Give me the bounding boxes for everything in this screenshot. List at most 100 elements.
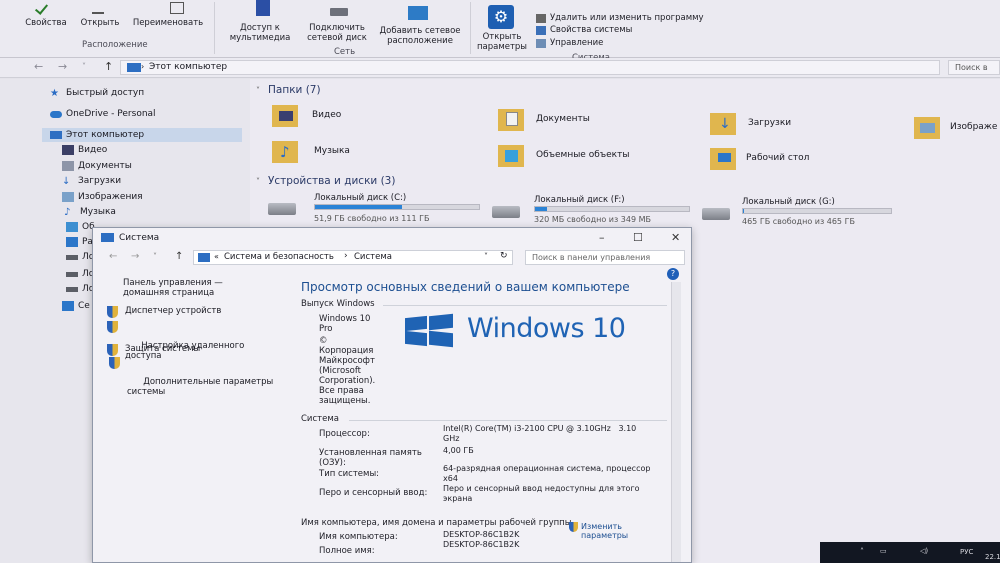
drive-item-c[interactable]: Локальный диск (C:) 51,9 ГБ свободно из …: [268, 191, 488, 225]
system-icon: [101, 233, 114, 242]
breadcrumb-system[interactable]: Система: [354, 252, 392, 262]
network-location-icon: [408, 6, 428, 20]
processor-value: Intel(R) Core(TM) i3-2100 CPU @ 3.10GHz …: [443, 424, 637, 443]
music-icon: ♪: [64, 207, 71, 218]
drive-usage-fill: [315, 205, 402, 209]
copyright-text: © Корпорация Майкрософт (Microsoft Corpo…: [319, 336, 376, 406]
change-settings-link[interactable]: Изменить параметры: [569, 522, 628, 540]
nav-item-images[interactable]: Изображения: [62, 192, 143, 202]
network-drive-icon: [330, 8, 348, 16]
desktop-icon: [66, 237, 78, 247]
media-access-button[interactable]: Доступ к мультимедиа: [222, 23, 298, 43]
nav-item-downloads[interactable]: ↓ Загрузки: [62, 176, 121, 187]
chevron-down-icon[interactable]: ˅: [256, 86, 260, 95]
control-panel-home-link[interactable]: Панель управления — домашняя страница: [123, 278, 223, 298]
cube-folder-icon: [498, 145, 524, 167]
system-protection-link[interactable]: Защита системы: [107, 344, 200, 356]
system-properties-item[interactable]: Свойства системы: [536, 25, 632, 35]
system-type-value: 64-разрядная операционная система, проце…: [443, 464, 651, 483]
speaker-icon[interactable]: ◁): [920, 547, 928, 555]
add-location-button[interactable]: Добавить сетевое расположение: [374, 26, 466, 46]
drive-usage-fill: [535, 207, 548, 211]
date-fragment[interactable]: 22.1: [985, 553, 1000, 561]
help-icon[interactable]: ?: [667, 268, 679, 280]
chevron-up-icon[interactable]: ˄: [860, 547, 864, 556]
up-arrow-icon[interactable]: ↑: [104, 60, 113, 73]
back-arrow-icon[interactable]: ←: [109, 251, 117, 262]
window-titlebar[interactable]: Система – ☐ ✕: [93, 228, 691, 248]
breadcrumb-security[interactable]: Система и безопасность: [224, 252, 334, 262]
chevron-down-icon[interactable]: ˅: [256, 177, 260, 186]
nav-item-this-pc[interactable]: Этот компьютер: [50, 130, 144, 140]
device-manager-link[interactable]: Диспетчер устройств: [107, 306, 221, 318]
refresh-icon[interactable]: ↻: [500, 251, 508, 261]
drive-icon: [492, 206, 520, 218]
drive-item-f[interactable]: Локальный диск (F:) 320 МБ свободно из 3…: [492, 193, 692, 227]
ram-label: Установленная память (ОЗУ):: [319, 448, 422, 468]
nav-item-video[interactable]: Видео: [62, 145, 107, 155]
folders-section-title[interactable]: Папки (7): [268, 84, 321, 96]
rename-button[interactable]: Переименовать: [126, 18, 210, 28]
forward-arrow-icon[interactable]: →: [58, 60, 67, 73]
search-input[interactable]: Поиск в: [948, 60, 1000, 75]
advanced-settings-link[interactable]: Дополнительные параметры системы: [109, 357, 273, 407]
network-icon[interactable]: ▭: [880, 547, 887, 555]
nav-item-onedrive[interactable]: OneDrive - Personal: [50, 109, 156, 119]
documents-folder-icon: [498, 109, 524, 131]
recent-dropdown-icon[interactable]: ˅: [82, 62, 86, 71]
uninstall-program-item[interactable]: Удалить или изменить программу: [536, 13, 704, 23]
recent-dropdown-icon[interactable]: ˅: [153, 252, 157, 261]
back-arrow-icon[interactable]: ←: [34, 60, 43, 73]
window-title: Система: [119, 233, 160, 243]
rename-icon: [170, 2, 184, 14]
scrollbar[interactable]: [671, 282, 681, 562]
pen-touch-label: Перо и сенсорный ввод:: [319, 488, 428, 498]
window-address-bar: ← → ˅ ↑ « Система и безопасность › Систе…: [101, 250, 685, 266]
drives-section-title[interactable]: Устройства и диски (3): [268, 175, 395, 187]
divider: [383, 305, 667, 306]
window-left-pane: Панель управления — домашняя страница Ди…: [93, 268, 293, 563]
open-settings-button[interactable]: Открыть параметры: [472, 32, 532, 52]
address-dropdown-icon[interactable]: ˅: [484, 252, 488, 261]
nav-item-documents[interactable]: Документы: [62, 161, 132, 171]
drive-icon: [702, 208, 730, 220]
drive-usage-bar: [742, 208, 892, 214]
taskbar-tray: ˄ ▭ ◁) РУС 22.1: [820, 542, 1000, 563]
star-icon: ★: [50, 88, 59, 99]
window-address-input[interactable]: « Система и безопасность › Система ˅ ↻: [193, 250, 513, 265]
cube-icon: [66, 222, 78, 232]
media-icon: [256, 0, 270, 16]
uninstall-icon: [536, 14, 546, 23]
image-icon: [62, 192, 74, 202]
chevron-right-icon: ›: [344, 251, 348, 261]
full-name-label: Полное имя:: [319, 546, 375, 556]
drive-icon: [66, 272, 78, 277]
system-type-label: Тип системы:: [319, 469, 380, 479]
minimize-button[interactable]: –: [599, 231, 605, 244]
properties-button[interactable]: Свойства: [24, 18, 68, 28]
system-section-title: Система: [301, 414, 339, 424]
close-button[interactable]: ✕: [671, 231, 680, 244]
computer-icon: [50, 131, 62, 139]
manage-item[interactable]: Управление: [536, 38, 603, 48]
computer-icon: [127, 63, 141, 72]
video-icon: [62, 145, 74, 155]
shield-icon: [569, 522, 578, 532]
address-input[interactable]: Этот компьютер ›: [120, 60, 940, 75]
network-group-label: Сеть: [334, 47, 356, 57]
nav-item-network[interactable]: Се: [62, 301, 90, 311]
open-button[interactable]: Открыть: [78, 18, 122, 28]
shield-icon: [109, 357, 120, 369]
control-panel-search[interactable]: Поиск в панели управления: [525, 250, 685, 265]
address-bar: ← → ˅ ↑ Этот компьютер › Поиск в: [0, 58, 1000, 78]
forward-arrow-icon[interactable]: →: [131, 251, 139, 262]
drive-item-g[interactable]: Локальный диск (G:) 465 ГБ свободно из 4…: [702, 195, 902, 229]
map-drive-button[interactable]: Подключить сетевой диск: [300, 23, 374, 43]
maximize-button[interactable]: ☐: [633, 231, 643, 244]
nav-item-music[interactable]: ♪ Музыка: [64, 207, 116, 218]
up-arrow-icon[interactable]: ↑: [175, 251, 183, 262]
video-folder-icon: [272, 105, 298, 127]
keyboard-language[interactable]: РУС: [960, 548, 973, 556]
manage-icon: [536, 39, 546, 48]
nav-item-quick-access[interactable]: ★ Быстрый доступ: [50, 88, 144, 99]
